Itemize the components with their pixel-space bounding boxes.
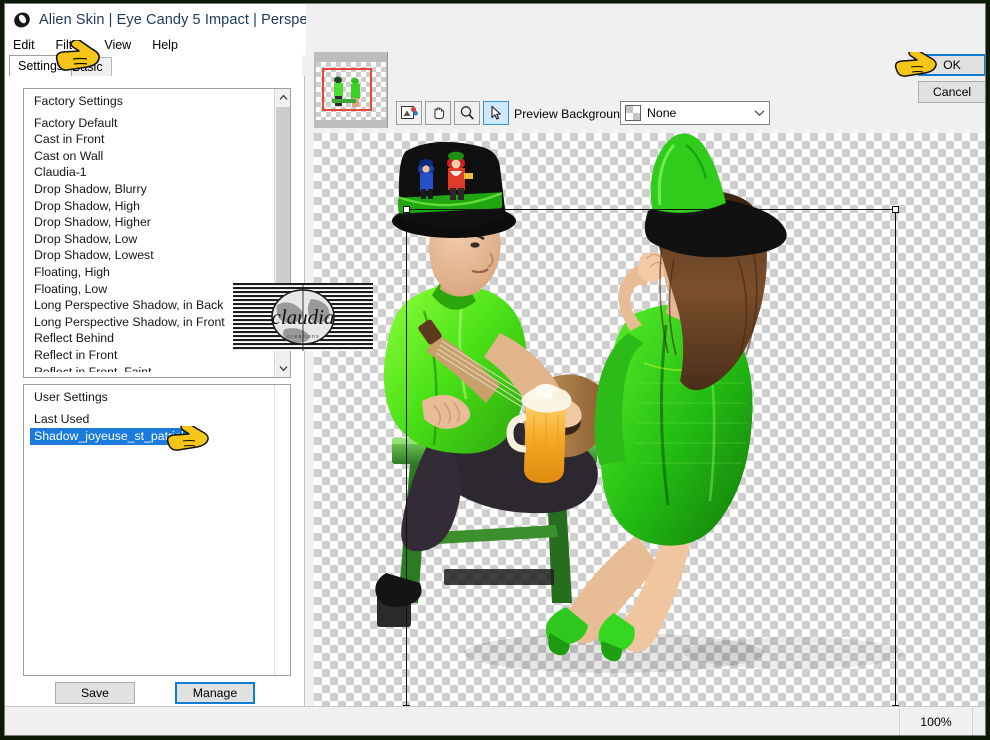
scroll-thumb[interactable] [276,107,290,322]
factory-settings-header: Factory Settings [34,94,123,108]
screen-root: Alien Skin | Eye Candy 5 Impact | Perspe… [0,0,990,740]
selection-handle-ne[interactable] [892,206,899,213]
save-button[interactable]: Save [55,682,135,704]
plugin-window: Alien Skin | Eye Candy 5 Impact | Perspe… [4,3,986,736]
before-after-icon[interactable] [396,101,422,125]
tab-settings[interactable]: Settings [9,55,73,76]
menu-item-filter[interactable]: Filter [56,35,84,55]
navigator-thumbnail[interactable] [314,52,388,128]
scroll-up-icon[interactable] [275,89,290,106]
menu-item-help[interactable]: Help [152,35,178,55]
list-item[interactable]: Drop Shadow, Lowest [30,247,274,264]
pan-hand-icon[interactable] [425,101,451,125]
preview-canvas[interactable] [314,133,985,706]
preview-toolbar [396,101,509,125]
list-item[interactable]: Factory Default [30,115,274,132]
selection-bounding-box[interactable] [403,206,899,706]
list-item[interactable]: Drop Shadow, Higher [30,214,274,231]
list-item[interactable]: Long Perspective Shadow, in Front [30,314,274,331]
zoom-magnifier-icon[interactable] [454,101,480,125]
factory-settings-items: Factory Settings Factory Default Cast in… [24,89,274,377]
user-list-scrollbar[interactable] [274,385,290,675]
status-bar: 100% [5,706,985,735]
list-item[interactable]: Cast in Front [30,131,274,148]
list-item[interactable]: Floating, Low [30,281,274,298]
list-item[interactable]: Drop Shadow, Blurry [30,181,274,198]
settings-panel-buttons: Save Manage [5,682,305,704]
list-item[interactable]: Long Perspective Shadow, in Back [30,297,274,314]
dialog-buttons: OK Cancel [918,54,985,103]
scroll-down-icon[interactable] [275,360,290,377]
list-item[interactable]: Cast on Wall [30,148,274,165]
navigator-selection-rect[interactable] [322,68,372,111]
factory-list-scrollbar[interactable] [274,89,290,377]
chevron-down-icon[interactable] [749,102,769,124]
select-arrow-icon[interactable] [483,101,509,125]
preview-background-select[interactable]: None [620,101,770,125]
zoom-level: 100% [899,708,973,735]
list-item[interactable]: Claudia-1 [30,164,274,181]
preview-background-value: None [647,106,677,120]
preview-area: Preview Background: None OK Cancel [306,4,985,706]
menu-item-edit[interactable]: Edit [13,35,35,55]
user-settings-list[interactable]: User Settings Last Used Shadow_joyeuse_s… [23,384,291,676]
list-item[interactable]: Last Used [30,411,274,428]
tab-strip: Settings Basic [5,55,302,76]
preview-background-label: Preview Background: [514,107,631,121]
list-item[interactable]: Drop Shadow, High [30,198,274,215]
alien-skin-icon [11,9,33,31]
list-item[interactable]: Reflect Behind [30,330,274,347]
selection-handle-nw[interactable] [403,206,410,213]
list-item[interactable]: Drop Shadow, Low [30,231,274,248]
manage-button[interactable]: Manage [175,682,255,704]
list-item-selected[interactable]: Shadow_joyeuse_st_patrick [30,428,192,445]
factory-settings-list[interactable]: Factory Settings Factory Default Cast in… [23,88,291,378]
menu-item-view[interactable]: View [104,35,131,55]
user-settings-items: User Settings Last Used Shadow_joyeuse_s… [24,385,274,675]
settings-panel: Factory Settings Factory Default Cast in… [5,76,305,706]
list-item[interactable]: Reflect in Front, Faint [30,364,274,372]
list-item[interactable]: Floating, High [30,264,274,281]
cancel-button[interactable]: Cancel [918,81,985,103]
ok-button[interactable]: OK [918,54,985,76]
list-item[interactable]: Reflect in Front [30,347,274,364]
user-settings-header: User Settings [34,390,108,404]
checker-swatch-icon [625,105,641,121]
